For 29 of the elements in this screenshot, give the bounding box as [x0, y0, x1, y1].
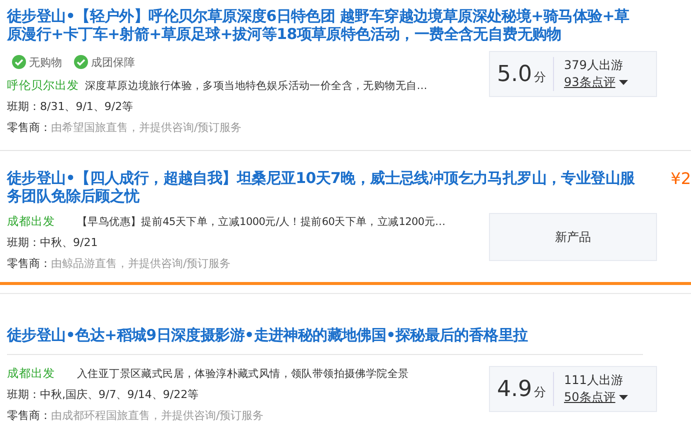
- caret-icon: [619, 395, 628, 400]
- retailer-text: 零售商：由成都环程国旅直售，并提供咨询/预订服务: [7, 408, 264, 423]
- rating-score: 5.0 分: [496, 62, 547, 86]
- product-title-link[interactable]: 徒步登山•色达+稻城9日深度摄影游•走进神秘的藏地佛国•探秘最后的香格里拉: [7, 326, 643, 344]
- price: ¥2: [670, 169, 691, 188]
- check-icon: [74, 55, 88, 69]
- feature-tag: 无购物: [29, 54, 62, 70]
- schedule-text: 班期：8/31、9/1、9/2等: [7, 99, 134, 114]
- product-description: 深度草原边境旅行体验，多项当地特色娱乐活动一价全含，无购物无自…: [85, 78, 427, 92]
- product-title-link[interactable]: 徒步登山•【四人成行，超越自我】坦桑尼亚10天7晚，威士忌线冲顶乞力马扎罗山，专业登山服务团队免除后顾之忧: [7, 169, 643, 205]
- departure-city: 成都出发: [7, 366, 56, 381]
- traveler-count: 111人出游: [564, 372, 624, 389]
- check-icon: [12, 55, 26, 69]
- retailer-text: 零售商：由鲸品游直售，并提供咨询/预订服务: [7, 256, 231, 271]
- product-description: 入住亚丁景区藏式民居，体验淳朴藏式风情，领队带领拍摄佛学院全景: [77, 366, 409, 380]
- retailer-text: 零售商：由希望国旅直售，并提供咨询/预订服务: [7, 120, 242, 135]
- reviews-link[interactable]: 93条点评: [564, 74, 628, 91]
- departure-city: 呼伦贝尔出发: [7, 78, 79, 93]
- schedule-text: 班期：中秋、9/21: [7, 235, 98, 250]
- product-description: 【早鸟优惠】提前45天下单，立减1000元/人！提前60天下单，立减1200元…: [77, 214, 446, 228]
- product-title-link[interactable]: 徒步登山•【轻户外】呼伦贝尔草原深度6日特色团 越野车穿越边境草原深处秘境+骑马体验+草原漫行+卡丁车+射箭+草原足球+拔河等18项草原特色活动，一费全含无自费无购物: [7, 7, 643, 43]
- caret-icon: [619, 80, 628, 85]
- feature-tag: 成团保障: [91, 54, 135, 70]
- new-product-label: 新产品: [489, 213, 657, 261]
- departure-city: 成都出发: [7, 214, 56, 229]
- reviews-link[interactable]: 50条点评: [564, 389, 628, 406]
- traveler-count: 379人出游: [564, 57, 624, 74]
- schedule-text: 班期：中秋,国庆、9/7、9/14、9/22等: [7, 387, 199, 402]
- rating-score: 4.9 分: [496, 376, 547, 402]
